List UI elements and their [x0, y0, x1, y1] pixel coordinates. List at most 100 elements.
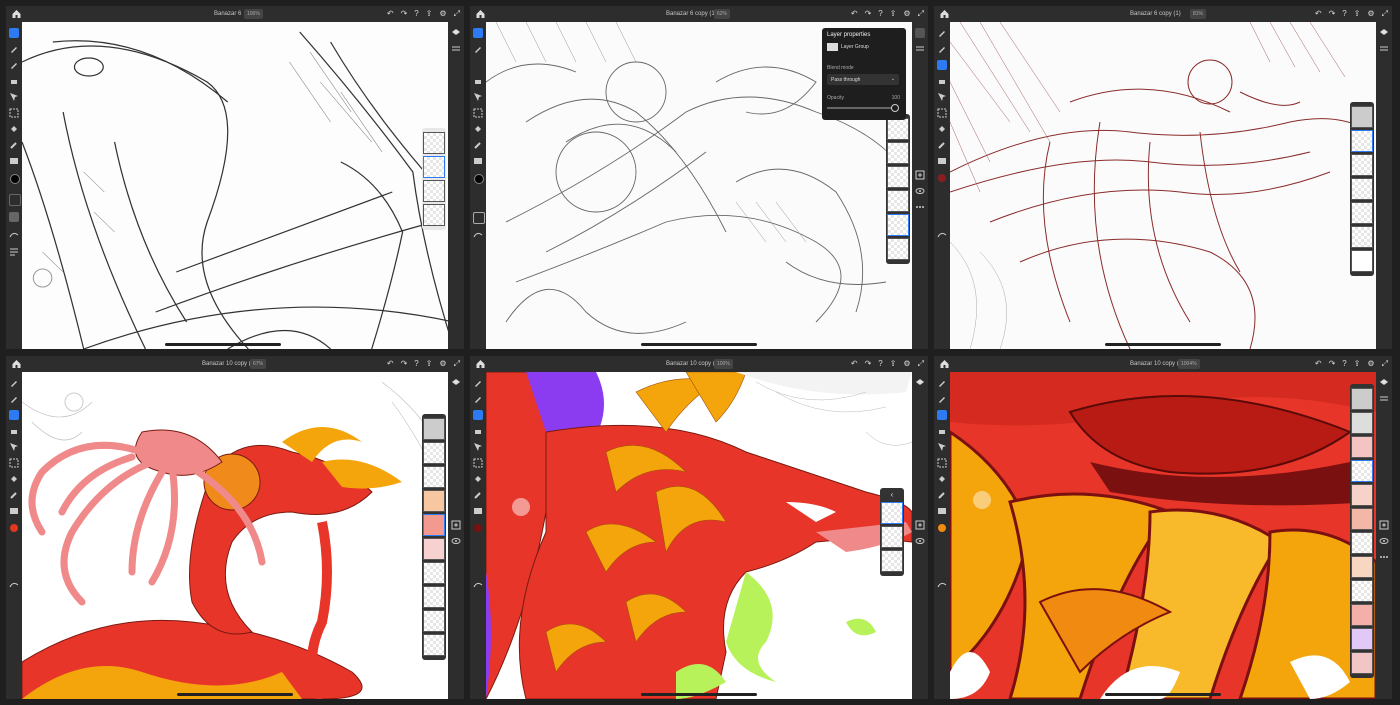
- layers-icon[interactable]: [1379, 28, 1389, 38]
- eyedropper-tool-icon[interactable]: [473, 490, 483, 500]
- brush-tool-icon[interactable]: [9, 28, 19, 38]
- settings-icon[interactable]: ⚙: [1367, 9, 1374, 19]
- transform-tool-icon[interactable]: [937, 442, 947, 452]
- eraser-tool-icon[interactable]: [473, 426, 483, 436]
- transform-tool-icon[interactable]: [937, 92, 947, 102]
- home-icon[interactable]: [11, 359, 22, 369]
- layer-thumbnail[interactable]: [423, 418, 445, 440]
- fullscreen-icon[interactable]: ⤢: [1382, 9, 1388, 19]
- redo-icon[interactable]: ↷: [1329, 359, 1336, 369]
- settings-icon[interactable]: ⚙: [439, 9, 446, 19]
- share-icon[interactable]: ⇪: [426, 359, 433, 369]
- layer-thumbnail[interactable]: [1351, 484, 1373, 506]
- layer-properties-icon[interactable]: [1379, 394, 1389, 404]
- undo-icon[interactable]: ↶: [387, 359, 394, 369]
- zoom-level[interactable]: 81%: [1190, 9, 1207, 19]
- eraser-tool-icon[interactable]: [9, 426, 19, 436]
- color-swatch[interactable]: [474, 524, 482, 532]
- home-icon[interactable]: [11, 9, 22, 19]
- share-icon[interactable]: ⇪: [890, 359, 897, 369]
- fill-tool-icon[interactable]: [9, 124, 19, 134]
- fullscreen-icon[interactable]: ⤢: [918, 359, 924, 369]
- help-icon[interactable]: ?: [414, 359, 418, 369]
- layer-thumbnail[interactable]: [887, 166, 909, 188]
- pencil-tool-icon[interactable]: [473, 378, 483, 388]
- layer-thumbnail[interactable]: [881, 526, 903, 548]
- selection-tool-icon[interactable]: [473, 458, 483, 468]
- eraser-tool-icon[interactable]: [9, 76, 19, 86]
- layer-thumbnail[interactable]: [1351, 130, 1373, 152]
- eraser-tool-icon[interactable]: [473, 76, 483, 86]
- layer-thumbnail[interactable]: [423, 562, 445, 584]
- drawing-canvas[interactable]: [22, 372, 448, 699]
- add-layer-icon[interactable]: [915, 520, 925, 530]
- layer-thumbnail[interactable]: [1351, 388, 1373, 410]
- help-icon[interactable]: ?: [1342, 359, 1346, 369]
- visibility-icon[interactable]: [915, 186, 925, 196]
- undo-icon[interactable]: ↶: [851, 9, 858, 19]
- layer-thumbnail[interactable]: [1351, 436, 1373, 458]
- curve-tool-icon[interactable]: [937, 580, 947, 590]
- layer-thumbnail[interactable]: [887, 214, 909, 236]
- color-swatch[interactable]: [938, 524, 946, 532]
- smudge-tool-icon[interactable]: [937, 44, 947, 54]
- color-swatch[interactable]: [10, 174, 20, 184]
- share-icon[interactable]: ⇪: [1354, 9, 1361, 19]
- layer-thumbnail[interactable]: [1351, 508, 1373, 530]
- layer-thumbnail[interactable]: [1351, 628, 1373, 650]
- home-icon[interactable]: [475, 359, 486, 369]
- brush-size-control[interactable]: [9, 194, 21, 206]
- settings-icon[interactable]: ⚙: [903, 9, 910, 19]
- help-icon[interactable]: ?: [414, 9, 418, 19]
- drawing-canvas[interactable]: [486, 372, 912, 699]
- pencil-tool-icon[interactable]: [9, 378, 19, 388]
- fullscreen-icon[interactable]: ⤢: [454, 9, 460, 19]
- curve-tool-icon[interactable]: [9, 230, 19, 240]
- layer-thumbnail[interactable]: [1351, 652, 1373, 674]
- zoom-level[interactable]: 106%: [244, 9, 263, 19]
- help-icon[interactable]: ?: [878, 9, 882, 19]
- fill-tool-icon[interactable]: [9, 474, 19, 484]
- image-tool-icon[interactable]: [473, 156, 483, 166]
- brush-tool-icon[interactable]: [937, 60, 947, 70]
- pencil-tool-icon[interactable]: [9, 44, 19, 54]
- selection-tool-icon[interactable]: [937, 108, 947, 118]
- fill-tool-icon[interactable]: [473, 124, 483, 134]
- redo-icon[interactable]: ↷: [865, 359, 872, 369]
- smudge-tool-icon[interactable]: [9, 60, 19, 70]
- transform-tool-icon[interactable]: [473, 442, 483, 452]
- add-layer-icon[interactable]: [451, 520, 461, 530]
- zoom-level[interactable]: 67%: [250, 359, 267, 369]
- layer-thumbnail[interactable]: [887, 238, 909, 260]
- fullscreen-icon[interactable]: ⤢: [1382, 359, 1388, 369]
- add-layer-icon[interactable]: [1379, 520, 1389, 530]
- drawing-canvas[interactable]: [950, 22, 1376, 349]
- fill-tool-icon[interactable]: [937, 474, 947, 484]
- layer-thumbnail[interactable]: [1351, 106, 1373, 128]
- layer-thumbnail[interactable]: [423, 586, 445, 608]
- eraser-tool-icon[interactable]: [937, 426, 947, 436]
- layer-thumbnail[interactable]: [887, 118, 909, 140]
- layer-thumbnail[interactable]: [881, 550, 903, 572]
- eyedropper-tool-icon[interactable]: [937, 140, 947, 150]
- layer-thumbnail[interactable]: [423, 466, 445, 488]
- layer-thumbnail[interactable]: [887, 142, 909, 164]
- layer-properties-icon[interactable]: [915, 44, 925, 54]
- visibility-icon[interactable]: [1379, 536, 1389, 546]
- home-icon[interactable]: [939, 359, 950, 369]
- layer-thumbnail[interactable]: [423, 490, 445, 512]
- eraser-tool-icon[interactable]: [937, 76, 947, 86]
- redo-icon[interactable]: ↷: [401, 9, 408, 19]
- color-swatch[interactable]: [938, 174, 946, 182]
- layer-thumbnail[interactable]: [1351, 250, 1373, 272]
- layer-thumbnail[interactable]: [1351, 412, 1373, 434]
- curve-tool-icon[interactable]: [9, 580, 19, 590]
- layers-icon[interactable]: [915, 378, 925, 388]
- opacity-slider-thumb[interactable]: [891, 104, 899, 112]
- zoom-level[interactable]: 62%: [714, 9, 731, 19]
- layer-thumbnail[interactable]: [1351, 202, 1373, 224]
- opacity-slider[interactable]: [827, 104, 899, 112]
- undo-icon[interactable]: ↶: [851, 359, 858, 369]
- layer-thumbnail[interactable]: [423, 442, 445, 464]
- eyedropper-tool-icon[interactable]: [937, 490, 947, 500]
